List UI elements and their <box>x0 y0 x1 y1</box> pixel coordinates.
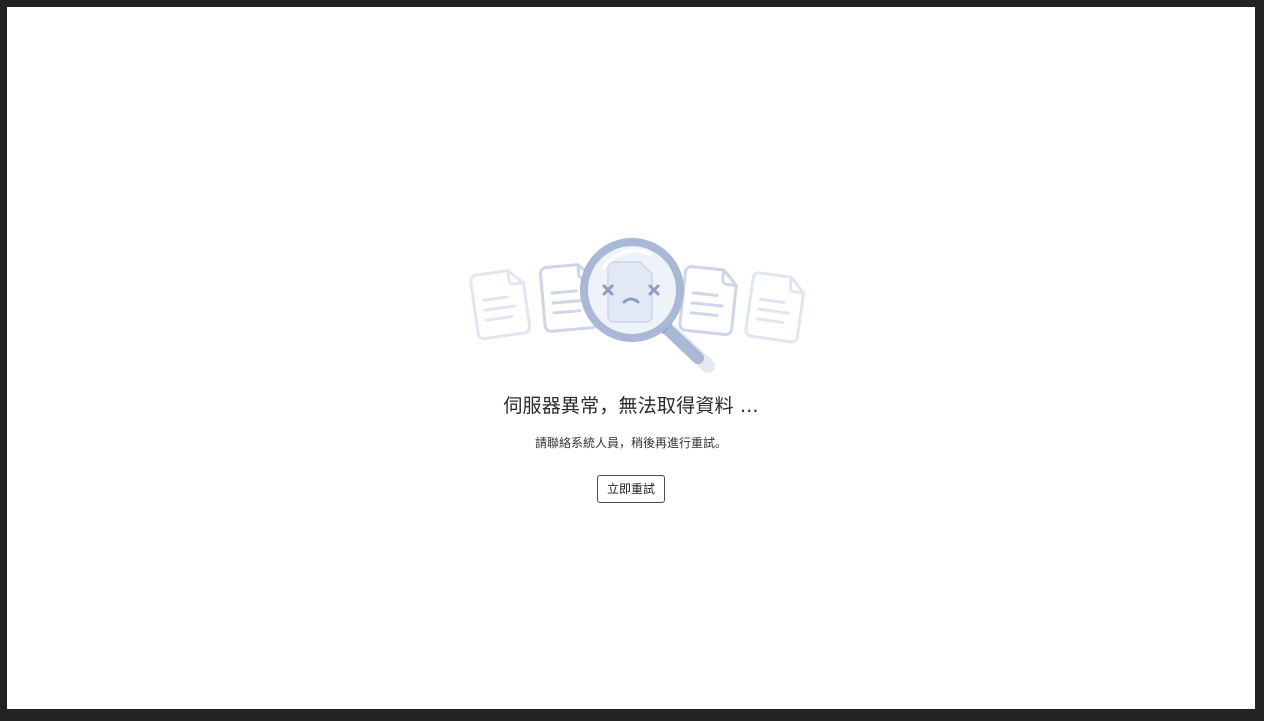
document-icon <box>607 261 653 323</box>
document-icon <box>744 271 806 344</box>
magnifier-with-documents-icon <box>456 228 816 383</box>
error-title: 伺服器異常，無法取得資料 ... <box>503 395 759 417</box>
error-page: 伺服器異常，無法取得資料 ... 請聯絡系統人員，稍後再進行重試。 立即重試 <box>7 7 1255 709</box>
document-icon <box>678 265 738 336</box>
document-icon <box>469 269 532 341</box>
error-message: 請聯絡系統人員，稍後再進行重試。 <box>534 436 727 450</box>
retry-button[interactable]: 立即重試 <box>597 475 665 503</box>
